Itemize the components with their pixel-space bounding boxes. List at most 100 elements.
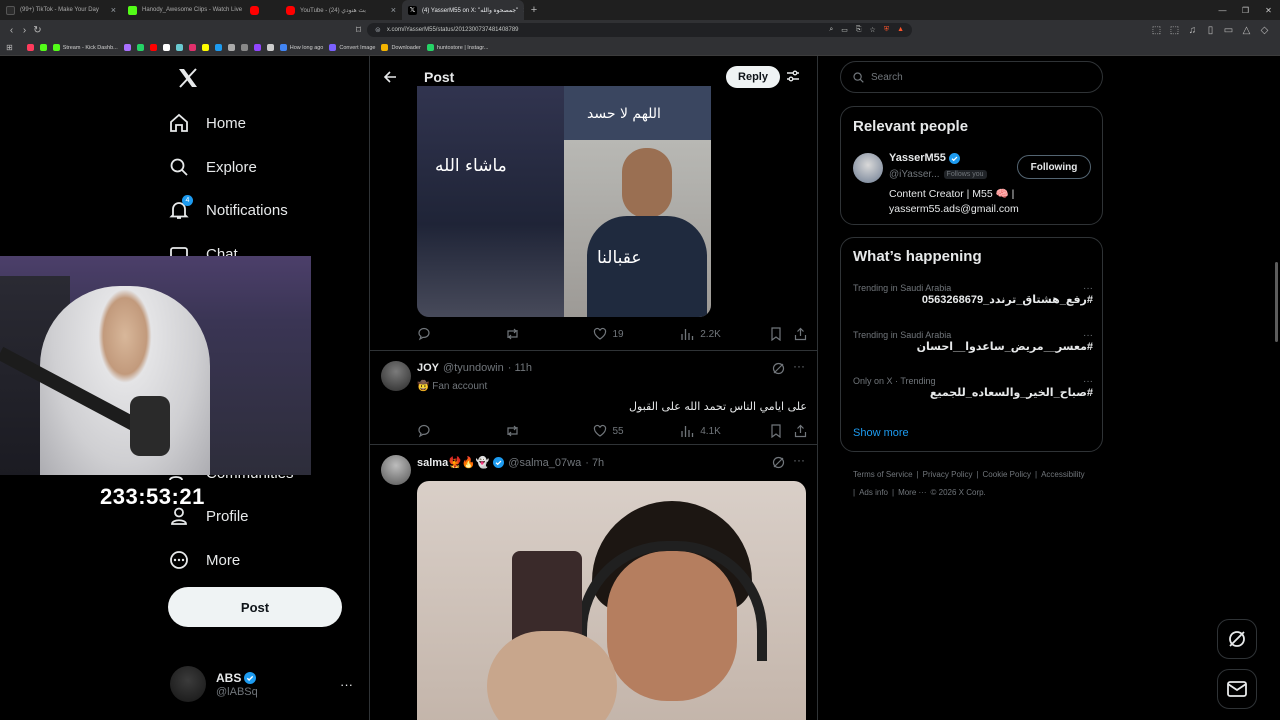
back-icon[interactable]: ‹ [5,22,18,38]
reply-action[interactable] [417,424,505,438]
close-window-icon[interactable]: ✕ [1257,0,1280,20]
reply-tweet[interactable]: salma🐦‍🔥🔥👻 @salma_07wa · 7h ··· [370,444,817,720]
tweet-more-icon[interactable]: ··· [793,359,805,373]
footer-link[interactable]: Cookie Policy [983,470,1031,479]
views-action[interactable]: 4.1K [680,424,770,438]
bookmark-item[interactable] [188,44,196,51]
author-handle[interactable]: @tyundowin [443,362,504,374]
bookmark-item[interactable]: Downloader [381,44,421,51]
trend-item[interactable]: Only on X · Trending #صباح_الخير_والسعاد… [853,376,1093,399]
avatar[interactable] [381,361,411,391]
share-icon[interactable] [794,424,807,438]
reply-media[interactable] [417,481,806,720]
browser-tab-active[interactable]: 𝕏 (4) YasserM55 on X: "جمصحوه والله" × [402,0,524,20]
bookmark-item[interactable]: huntostore | Instagr... [426,44,488,51]
following-button[interactable]: Following [1017,155,1091,179]
person-handle[interactable]: @iYasser... [889,169,940,180]
footer-link[interactable]: Ads info [859,488,888,497]
nav-explore[interactable]: Explore [168,147,358,187]
search-input[interactable]: Search [840,61,1103,93]
author-name[interactable]: salma🐦‍🔥🔥👻 [417,456,489,469]
bookmark-icon[interactable] [770,327,782,341]
trend-item[interactable]: Trending in Saudi Arabia #رفع_هشتاق_ترند… [853,283,1093,306]
post-button[interactable]: Post [168,587,342,627]
bookmark-item[interactable] [136,44,144,51]
show-more-link[interactable]: Show more [853,427,909,439]
views-action[interactable]: 2.2K [680,327,770,341]
tab-close-icon[interactable]: × [391,5,396,15]
bookmark-item[interactable] [162,44,170,51]
bookmark-item[interactable] [123,44,131,51]
menu-icon[interactable]: ≡ [1276,22,1280,38]
bookmark-icon[interactable] [770,424,782,438]
browser-tab[interactable] [244,0,280,20]
post-image[interactable]: اللهم لا حسد ماشاء الله عقبالنا [417,86,711,317]
new-tab-button[interactable]: + [524,0,544,20]
maximize-icon[interactable]: ❐ [1234,0,1257,20]
leo-icon[interactable]: △ [1240,22,1253,38]
repost-action[interactable] [505,327,593,341]
rewards-icon[interactable]: ▲ [897,26,904,34]
trend-more-icon[interactable]: ··· [1083,376,1093,387]
avatar[interactable] [381,455,411,485]
footer-link[interactable]: Accessibility [1041,470,1085,479]
tab-close-icon[interactable]: × [523,5,524,15]
account-more-icon[interactable]: ··· [340,677,353,692]
reply-tweet[interactable]: JOY @tyundowin · 11h ··· 🤠 Fan account ع… [370,350,817,444]
like-action[interactable]: 19 [593,327,681,341]
tab-close-icon[interactable]: × [111,5,116,15]
brave-shield-icon[interactable]: ⛨ [884,26,889,34]
music-icon[interactable]: ♫ [1186,22,1199,38]
grok-icon[interactable] [772,362,785,375]
bookmark-item[interactable]: Convert Image [329,44,375,51]
bookmark-item[interactable] [227,44,235,51]
trend-more-icon[interactable]: ··· [1083,330,1093,341]
author-handle[interactable]: @salma_07wa [508,457,581,469]
bookmark-item[interactable]: Stream - Kick Dashb... [52,44,118,51]
trend-more-icon[interactable]: ··· [1083,283,1093,294]
forward-icon[interactable]: › [18,22,31,38]
sidebar-icon[interactable]: ▯ [1204,22,1217,38]
like-action[interactable]: 55 [593,424,681,438]
minimize-icon[interactable]: — [1211,0,1234,20]
footer-link[interactable]: More ··· [898,488,926,497]
nav-notifications[interactable]: 4 Notifications [168,190,358,230]
account-switcher[interactable]: ABS @lABSq ··· [170,662,360,706]
avatar[interactable] [853,153,883,183]
bookmark-item[interactable] [214,44,222,51]
address-bar[interactable]: ⊜ x.com/iYasserM55/status/20123007374814… [367,23,912,37]
bookmark-item[interactable] [26,44,34,51]
nav-home[interactable]: Home [168,103,358,143]
footer-link[interactable]: Terms of Service [853,470,913,479]
grok-icon[interactable] [772,456,785,469]
reply-action[interactable] [417,327,505,341]
apps-grid-icon[interactable]: ⊞ [6,43,13,52]
x-logo-icon[interactable] [176,66,200,90]
extension-icon[interactable]: ⬚ [1168,22,1181,38]
bookmark-item[interactable] [149,44,157,51]
tweet-more-icon[interactable]: ··· [793,453,805,467]
bookmark-item[interactable] [175,44,183,51]
person-name[interactable]: YasserM55 [889,152,946,164]
tweet-time[interactable]: · 7h [585,457,604,469]
bookmark-item[interactable] [240,44,248,51]
bookmark-item[interactable] [39,44,47,51]
trend-item[interactable]: Trending in Saudi Arabia #معسر__مريض_ساع… [853,330,1093,353]
bookmark-icon[interactable]: ☆ [870,26,876,34]
site-info-icon[interactable]: ⊜ [375,26,381,34]
messages-button[interactable] [1217,669,1257,709]
bookmark-item[interactable] [266,44,274,51]
reply-button[interactable]: Reply [726,66,780,88]
vpn-icon[interactable]: ◇ [1258,22,1271,38]
cast-icon[interactable]: ▭ [841,26,848,34]
scrollbar-thumb[interactable] [1275,262,1278,342]
share-icon[interactable] [794,327,807,341]
wallet-icon[interactable]: ▭ [1222,22,1235,38]
footer-link[interactable]: Privacy Policy [923,470,973,479]
browser-tab[interactable]: (99+) TikTok - Make Your Day × [0,0,122,20]
browser-tab[interactable]: Hanody_Awesome Clips - Watch Live× [122,0,244,20]
extension-icon[interactable]: ⬚ [1150,22,1163,38]
page-scrollbar[interactable] [1273,56,1280,720]
bookmark-item[interactable]: How long ago [279,44,323,51]
bookmark-item[interactable] [201,44,209,51]
